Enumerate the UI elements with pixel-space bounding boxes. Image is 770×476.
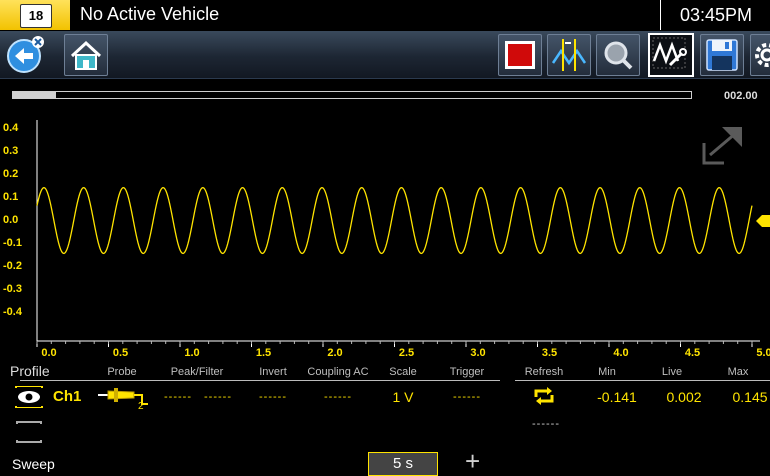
ch1-filter-value[interactable]: ------ <box>204 391 232 403</box>
probe-icon: 2 <box>98 388 148 412</box>
zoom-icon <box>604 41 633 70</box>
x-tick-label: 3.0 <box>470 347 486 359</box>
header-scale: Scale <box>389 366 417 378</box>
buffer-progress-bar[interactable] <box>12 91 692 99</box>
x-tick-label: 0.0 <box>41 347 57 359</box>
scope-settings-button[interactable] <box>648 33 694 77</box>
y-tick-label: 0.1 <box>3 191 19 203</box>
y-tick-label: -0.4 <box>3 306 22 318</box>
x-tick-label: 4.5 <box>684 347 701 359</box>
y-tick-label: -0.2 <box>3 260 22 272</box>
header-peak-filter: Peak/Filter <box>170 366 224 378</box>
ch1-trigger-value[interactable]: ------ <box>453 391 481 403</box>
ch1-visibility-toggle[interactable] <box>14 385 44 409</box>
x-tick-label: 2.0 <box>327 347 343 359</box>
ch1-min-value: -0.141 <box>597 389 637 405</box>
toolbar <box>0 31 770 79</box>
x-tick-label: 3.5 <box>541 347 558 359</box>
ch1-max-value: 0.145 <box>732 389 768 405</box>
y-tick-label: 0.2 <box>3 168 19 180</box>
y-tick-label: 0.3 <box>3 145 19 157</box>
x-tick-label: 2.5 <box>398 347 415 359</box>
y-tick-label: 0.0 <box>3 214 19 226</box>
header-coupling: Coupling AC <box>307 366 369 378</box>
x-tick-label: 5.0 <box>756 347 770 359</box>
svg-text:2: 2 <box>138 401 144 410</box>
expand-icon[interactable] <box>702 123 742 165</box>
x-tick-label: 4.0 <box>613 347 629 359</box>
ch1-probe-button[interactable]: 2 <box>98 384 150 412</box>
ch1-coupling-value[interactable]: ------ <box>324 391 352 403</box>
ch1-scale-value[interactable]: 1 V <box>392 389 413 405</box>
ch1-refresh-button[interactable] <box>532 385 556 407</box>
stop-icon <box>505 41 535 69</box>
plus-icon[interactable]: + <box>465 448 480 474</box>
channel-bracket-icon <box>16 421 42 443</box>
ch1-peak-value[interactable]: ------ <box>164 391 192 403</box>
ch1-waveform-line <box>36 186 753 255</box>
buffer-position-readout: 002.00 <box>724 90 758 102</box>
header-max: Max <box>727 366 749 378</box>
settings-button[interactable] <box>750 34 770 76</box>
vehicle-icon: 18 <box>20 4 52 28</box>
eye-icon <box>15 385 43 409</box>
ch1-live-value: 0.002 <box>666 389 702 405</box>
x-tick-label: 1.0 <box>184 347 200 359</box>
ch1-zero-marker[interactable] <box>756 215 770 227</box>
home-button[interactable] <box>64 34 108 76</box>
save-button[interactable] <box>700 34 744 76</box>
profile-label: Profile <box>10 363 50 379</box>
page-title: No Active Vehicle <box>80 4 220 24</box>
buffer-progress-fill <box>13 92 57 98</box>
x-tick-label: 1.5 <box>255 347 272 359</box>
header-live: Live <box>661 366 683 378</box>
header-trigger: Trigger <box>449 366 485 378</box>
ch2-visibility-toggle[interactable] <box>16 421 42 443</box>
y-tick-label: -0.3 <box>3 283 22 295</box>
x-tick-label: 0.5 <box>112 347 129 359</box>
header-refresh: Refresh <box>524 366 564 378</box>
vehicle-button[interactable]: 18 <box>0 0 70 30</box>
ch1-label[interactable]: Ch1 <box>53 388 81 405</box>
y-tick-label: 0.4 <box>3 122 19 134</box>
header-invert: Invert <box>259 366 287 378</box>
sweep-value-button[interactable]: 5 s <box>368 452 438 476</box>
panel-divider-right <box>515 380 770 381</box>
header-probe: Probe <box>107 366 137 378</box>
gear-icon <box>755 43 770 67</box>
back-arrow-icon <box>7 36 44 73</box>
clock: 03:45PM <box>660 0 770 30</box>
ch2-refresh-value[interactable]: ------ <box>532 418 560 430</box>
back-button[interactable] <box>4 34 46 74</box>
vehicle-icon-text: 18 <box>28 8 44 23</box>
header-min: Min <box>598 366 616 378</box>
panel-divider <box>20 380 500 381</box>
stop-record-button[interactable] <box>498 34 542 76</box>
y-tick-label: -0.1 <box>3 237 22 249</box>
home-icon <box>70 40 102 70</box>
zoom-button[interactable] <box>596 34 640 76</box>
waveform-plot[interactable] <box>0 105 770 367</box>
waveform-wrench-icon <box>652 37 687 69</box>
refresh-icon <box>534 387 554 405</box>
ch1-invert-value[interactable]: ------ <box>259 391 287 403</box>
cursor-icon <box>551 39 587 71</box>
cursor-button[interactable] <box>547 34 591 76</box>
floppy-disk-icon <box>706 39 738 71</box>
